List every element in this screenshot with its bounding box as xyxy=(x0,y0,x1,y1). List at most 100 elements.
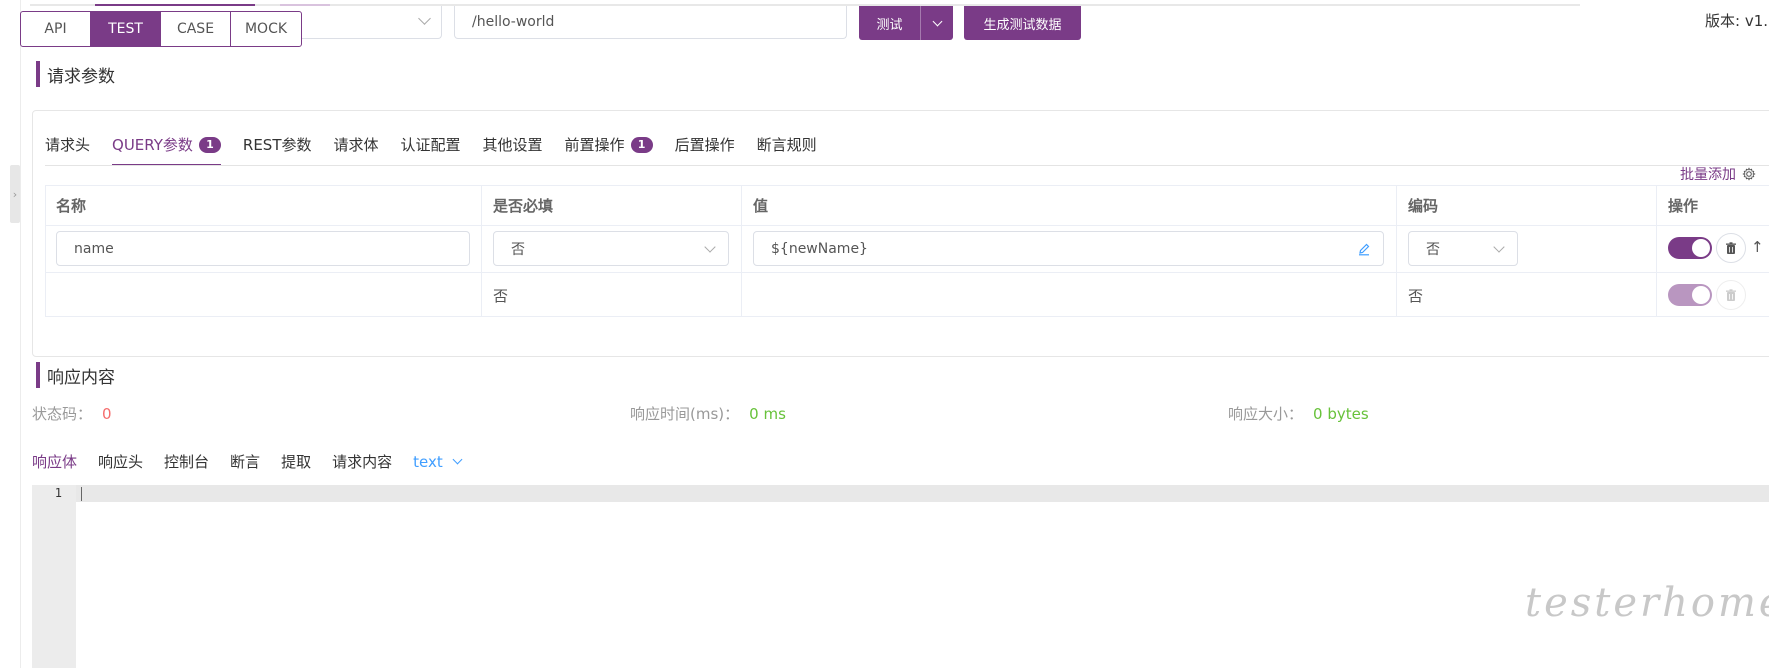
tabs-divider xyxy=(45,165,1769,166)
tab-query-params[interactable]: QUERY参数 1 xyxy=(112,132,221,166)
response-time-label: 响应时间(ms)： xyxy=(630,405,740,423)
param-name-input[interactable]: name xyxy=(56,231,470,266)
response-tabs: 响应体 响应头 控制台 断言 提取 请求内容 text xyxy=(32,451,482,472)
format-value: text xyxy=(413,452,443,471)
tab-console[interactable]: 控制台 xyxy=(164,451,209,472)
tab-request-body[interactable]: 请求体 xyxy=(334,132,379,166)
required-select-value: 否 xyxy=(511,241,525,258)
tab-auth-config[interactable]: 认证配置 xyxy=(401,132,461,166)
response-size-value: 0 bytes xyxy=(1313,405,1369,423)
tab-assertion[interactable]: 断言 xyxy=(230,451,260,472)
url-input[interactable]: /hello-world xyxy=(454,6,847,39)
encode-select-value: 否 xyxy=(1426,241,1440,258)
delete-button[interactable] xyxy=(1716,280,1746,310)
mode-tab-case[interactable]: CASE xyxy=(161,12,231,46)
table-border xyxy=(45,316,1769,317)
response-time-value: 0 ms xyxy=(749,405,786,423)
param-value-text: ${newName} xyxy=(771,240,868,257)
top-tab-indicator xyxy=(95,4,255,6)
column-header-actions: 操作 xyxy=(1668,197,1699,215)
response-title: 响应内容 xyxy=(36,362,115,388)
title-accent-bar xyxy=(36,362,40,388)
status-code-label: 状态码： xyxy=(32,405,93,423)
tab-label: 前置操作 xyxy=(564,136,625,154)
tab-headers[interactable]: 请求头 xyxy=(45,132,90,166)
tab-response-headers[interactable]: 响应头 xyxy=(98,451,143,472)
generate-test-data-button[interactable]: 生成测试数据 xyxy=(964,6,1081,40)
editor-active-line xyxy=(76,485,1769,502)
count-badge: 1 xyxy=(630,137,653,153)
edit-icon[interactable] xyxy=(1357,242,1371,256)
chevron-down-icon xyxy=(418,12,431,25)
test-button-group: 测试 xyxy=(859,6,953,40)
tab-label: 请求体 xyxy=(333,136,379,154)
column-header-encode: 编码 xyxy=(1408,197,1439,215)
enable-toggle[interactable] xyxy=(1668,237,1712,259)
version-label: 版本: v1.0 xyxy=(1705,12,1769,30)
tab-post-actions[interactable]: 后置操作 xyxy=(675,132,735,166)
gear-icon[interactable] xyxy=(1742,167,1756,181)
method-select[interactable] xyxy=(290,6,442,39)
trash-icon xyxy=(1726,288,1736,301)
request-params-title: 请求参数 xyxy=(36,61,115,87)
tab-label: 其他设置 xyxy=(482,136,543,154)
table-border xyxy=(1396,185,1397,317)
tab-label: 认证配置 xyxy=(400,136,461,154)
test-dropdown-button[interactable] xyxy=(921,6,953,40)
toggle-knob xyxy=(1692,239,1710,257)
table-border xyxy=(45,185,46,317)
param-value-input[interactable]: ${newName} xyxy=(753,231,1384,266)
editor-caret xyxy=(81,487,82,501)
table-border xyxy=(45,272,1769,273)
tab-pre-actions[interactable]: 前置操作 1 xyxy=(565,132,653,166)
tab-label: 后置操作 xyxy=(674,136,735,154)
response-title-text: 响应内容 xyxy=(47,367,115,388)
table-border xyxy=(1656,185,1657,317)
tab-request-content[interactable]: 请求内容 xyxy=(332,451,392,472)
batch-add-label: 批量添加 xyxy=(1680,167,1736,183)
test-button[interactable]: 测试 xyxy=(859,6,921,40)
tab-label: REST参数 xyxy=(242,136,312,154)
left-panel-border xyxy=(20,0,21,668)
enable-toggle[interactable] xyxy=(1668,284,1712,306)
column-header-required: 是否必填 xyxy=(493,197,554,215)
tab-response-body[interactable]: 响应体 xyxy=(32,451,77,472)
api-test-page: › API TEST CASE MOCK /hello-world 测试 生成测… xyxy=(0,0,1769,668)
delete-button[interactable] xyxy=(1716,233,1746,263)
response-size-stat: 响应大小： 0 bytes xyxy=(1228,403,1369,424)
mode-tab-mock[interactable]: MOCK xyxy=(231,12,301,46)
tab-label: QUERY参数 xyxy=(112,136,193,154)
mode-tab-test[interactable]: TEST xyxy=(91,12,161,46)
count-badge: 1 xyxy=(198,137,221,153)
tab-rest-params[interactable]: REST参数 xyxy=(243,132,312,166)
move-up-icon[interactable]: ↑ xyxy=(1751,238,1764,256)
tab-other-settings[interactable]: 其他设置 xyxy=(483,132,543,166)
query-params-table: 名称 是否必填 值 编码 操作 name 否 ${newName} 否 ↑ 否 … xyxy=(45,185,1769,317)
encode-select[interactable]: 否 xyxy=(1408,231,1518,266)
table-border xyxy=(45,225,1769,226)
chevron-down-icon xyxy=(1493,241,1505,253)
required-value: 否 xyxy=(493,287,509,305)
encode-value: 否 xyxy=(1408,287,1424,305)
response-editor[interactable]: 1 xyxy=(32,485,1769,668)
chevron-down-icon xyxy=(452,454,463,465)
tab-assertions[interactable]: 断言规则 xyxy=(757,132,817,166)
tab-label: 请求头 xyxy=(45,136,91,154)
status-code-stat: 状态码： 0 xyxy=(32,403,112,424)
chevron-right-icon: › xyxy=(12,187,18,201)
mode-tab-api[interactable]: API xyxy=(21,12,91,46)
tab-extract[interactable]: 提取 xyxy=(281,451,311,472)
request-tabs: 请求头 QUERY参数 1 REST参数 请求体 认证配置 其他设置 前置操作 1 … xyxy=(45,132,839,166)
trash-icon xyxy=(1726,241,1736,254)
mode-tabs: API TEST CASE MOCK xyxy=(20,11,302,47)
response-time-stat: 响应时间(ms)： 0 ms xyxy=(630,403,786,424)
chevron-down-icon xyxy=(704,241,716,253)
request-params-title-text: 请求参数 xyxy=(47,66,115,87)
title-accent-bar xyxy=(36,61,40,87)
tab-label: 断言规则 xyxy=(756,136,817,154)
response-size-label: 响应大小： xyxy=(1228,405,1304,423)
required-select[interactable]: 否 xyxy=(493,231,729,266)
batch-add-link[interactable]: 批量添加 xyxy=(1680,164,1756,184)
format-select[interactable]: text xyxy=(413,451,463,472)
collapse-handle[interactable]: › xyxy=(10,165,20,223)
